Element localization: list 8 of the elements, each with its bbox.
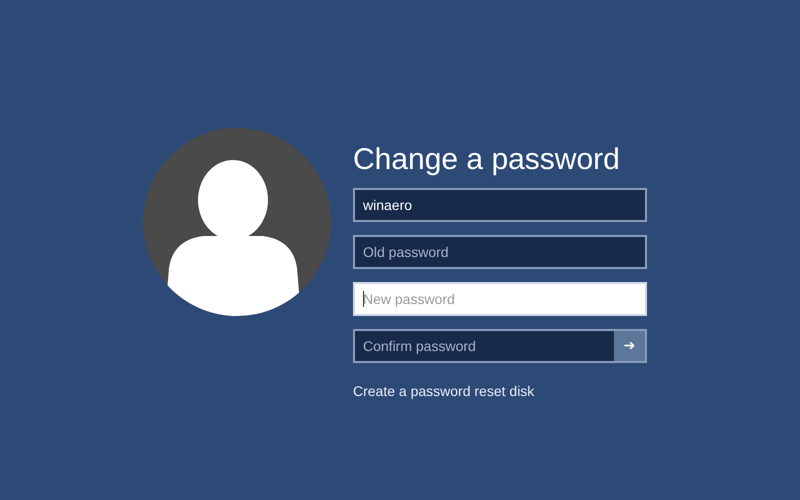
reset-disk-link[interactable]: Create a password reset disk xyxy=(353,383,534,399)
user-avatar-icon xyxy=(143,128,331,316)
field-value: winaero xyxy=(362,197,414,213)
password-field[interactable]: Confirm password ➔ xyxy=(353,329,647,363)
password-field[interactable]: winaero xyxy=(353,188,647,222)
submit-button[interactable]: ➔ xyxy=(614,331,645,361)
field-placeholder: Confirm password xyxy=(355,331,614,361)
page-title: Change a password xyxy=(353,142,621,178)
